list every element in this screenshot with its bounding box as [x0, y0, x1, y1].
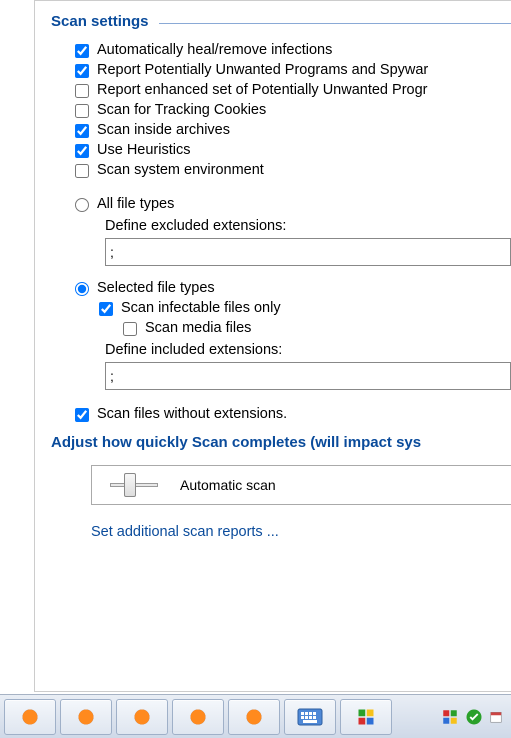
checkbox-label: Scan media files	[145, 320, 251, 336]
checkbox-row: Use Heuristics	[75, 140, 511, 160]
scan-system-env-checkbox[interactable]	[75, 164, 89, 178]
scan-no-ext-checkbox[interactable]	[75, 408, 89, 422]
radio-row: All file types	[75, 194, 511, 214]
header-divider	[159, 23, 511, 24]
radio-row: Selected file types	[75, 272, 511, 298]
taskbar-avg-button[interactable]	[340, 699, 392, 735]
settings-panel: Scan settings Automatically heal/remove …	[34, 0, 511, 692]
firefox-icon	[245, 708, 263, 726]
checkbox-row: Scan inside archives	[75, 120, 511, 140]
checkbox-label: Scan system environment	[97, 162, 264, 178]
report-pup-checkbox[interactable]	[75, 64, 89, 78]
firefox-icon	[133, 708, 151, 726]
taskbar-firefox-button[interactable]	[172, 699, 224, 735]
all-file-types-radio[interactable]	[75, 198, 89, 212]
file-type-group: All file types Define excluded extension…	[35, 180, 511, 390]
slider-label: Automatic scan	[180, 477, 276, 493]
checkbox-label: Report enhanced set of Potentially Unwan…	[97, 82, 427, 98]
firefox-icon	[189, 708, 207, 726]
checkbox-label: Automatically heal/remove infections	[97, 42, 332, 58]
checkbox-row: Scan for Tracking Cookies	[75, 100, 511, 120]
tracking-cookies-checkbox[interactable]	[75, 104, 89, 118]
taskbar-firefox-button[interactable]	[228, 699, 280, 735]
radio-label: Selected file types	[97, 280, 215, 296]
checkbox-label: Scan infectable files only	[121, 300, 281, 316]
scan-speed-slider[interactable]	[110, 473, 158, 497]
checkbox-row: Scan media files	[123, 318, 511, 338]
checkbox-label: Use Heuristics	[97, 142, 190, 158]
report-enhanced-pup-checkbox[interactable]	[75, 84, 89, 98]
checkbox-label: Scan for Tracking Cookies	[97, 102, 266, 118]
checkbox-row: Automatically heal/remove infections	[75, 40, 511, 60]
scan-settings-header: Scan settings	[35, 9, 511, 34]
adjust-speed-header: Adjust how quickly Scan completes (will …	[35, 424, 511, 459]
flag-icon[interactable]	[441, 708, 459, 726]
excluded-ext-label: Define excluded extensions:	[75, 214, 511, 236]
taskbar-firefox-button[interactable]	[4, 699, 56, 735]
taskbar	[0, 694, 511, 738]
scan-media-checkbox[interactable]	[123, 322, 137, 336]
checkbox-label: Scan files without extensions.	[97, 406, 287, 422]
system-tray	[441, 708, 507, 726]
firefox-icon	[77, 708, 95, 726]
additional-reports-link[interactable]: Set additional scan reports ...	[91, 524, 279, 540]
avg-icon	[357, 708, 375, 726]
noext-group: Scan files without extensions.	[35, 396, 511, 424]
taskbar-firefox-button[interactable]	[116, 699, 168, 735]
auto-heal-checkbox[interactable]	[75, 44, 89, 58]
scan-speed-box: Automatic scan	[91, 465, 511, 505]
checkbox-row: Report Potentially Unwanted Programs and…	[75, 60, 511, 80]
checkbox-label: Report Potentially Unwanted Programs and…	[97, 62, 428, 78]
radio-label: All file types	[97, 196, 174, 212]
link-row: Set additional scan reports ...	[35, 505, 511, 540]
checkbox-group: Automatically heal/remove infections Rep…	[35, 34, 511, 180]
shield-check-icon[interactable]	[465, 708, 483, 726]
checkbox-label: Scan inside archives	[97, 122, 230, 138]
excluded-ext-input[interactable]	[105, 238, 511, 266]
firefox-icon	[21, 708, 39, 726]
taskbar-onscreen-keyboard-button[interactable]	[284, 699, 336, 735]
included-ext-input[interactable]	[105, 362, 511, 390]
calendar-icon[interactable]	[489, 710, 503, 724]
keyboard-icon	[297, 708, 323, 726]
scan-archives-checkbox[interactable]	[75, 124, 89, 138]
checkbox-row: Scan system environment	[75, 160, 511, 180]
checkbox-row: Report enhanced set of Potentially Unwan…	[75, 80, 511, 100]
infectable-only-checkbox[interactable]	[99, 302, 113, 316]
slider-thumb[interactable]	[124, 473, 136, 497]
selected-file-types-radio[interactable]	[75, 282, 89, 296]
section-title: Scan settings	[51, 13, 149, 30]
included-ext-label: Define included extensions:	[75, 338, 511, 360]
checkbox-row: Scan infectable files only	[99, 298, 511, 318]
taskbar-firefox-button[interactable]	[60, 699, 112, 735]
checkbox-row: Scan files without extensions.	[75, 404, 511, 424]
use-heuristics-checkbox[interactable]	[75, 144, 89, 158]
